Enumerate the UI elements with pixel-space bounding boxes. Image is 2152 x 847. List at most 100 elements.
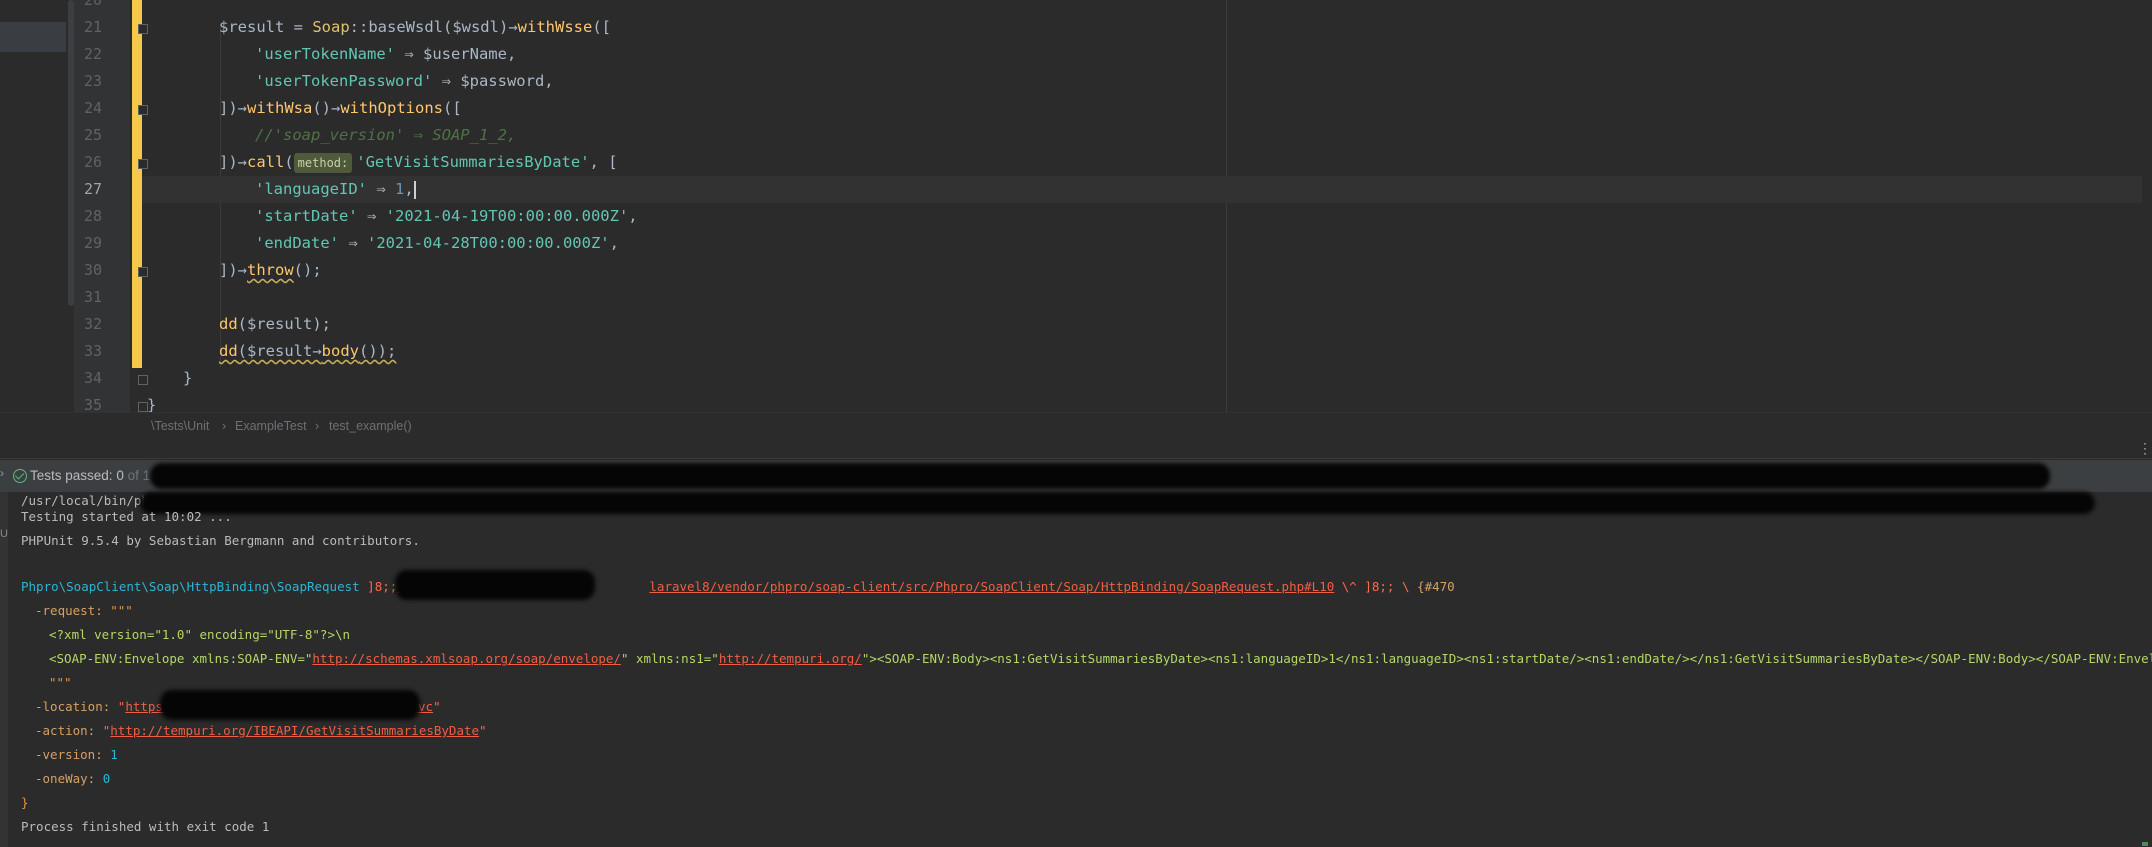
console-line: <?xml version="1.0" encoding="UTF-8"?>\n [49,624,350,646]
code-line-32[interactable]: dd($result); [219,311,331,338]
code-line-25[interactable]: //'soap_version' ⇒ SOAP_1_2, [255,122,516,149]
code-line-34[interactable]: } [183,365,192,392]
token-variable: $result [219,18,285,36]
token-method: withOptions [340,99,443,117]
dump-value: 1 [102,747,118,762]
console-dump-header: Phpro\SoapClient\Soap\HttpBinding\SoapRe… [21,576,1455,598]
token-operator: = [284,18,313,36]
token-string: '2021-04-28T00:00:00.000Z' [367,234,610,252]
dump-key: -request: [35,603,103,618]
token-punct: ([ [442,99,462,117]
console-gutter: U [0,492,8,847]
fold-toggle-icon[interactable] [138,105,148,115]
xml-text: <SOAP-ENV:Envelope xmlns:SOAP-ENV=" [49,651,313,666]
vcs-change-marker[interactable] [132,0,142,368]
token-punct: , [628,207,638,225]
token-punct: , [ [589,153,618,171]
xml-text: " xmlns:ns1=" [620,651,719,666]
options-menu-icon[interactable]: ⋮ [2138,441,2152,457]
token-method: baseWsdl [368,18,443,36]
dump-key: -oneWay: [35,771,96,786]
token-punct: ])→ [219,261,247,279]
test-status-bar: › Tests passed: 0 of 1 tes [0,460,2152,492]
dump-quote: " [433,699,441,714]
code-line-22[interactable]: 'userTokenName' ⇒ $userName, [255,41,516,68]
code-line-30[interactable]: ])→throw(); [219,257,322,284]
collapse-icon[interactable]: › [0,466,4,480]
console-gutter-marker: U [0,528,8,540]
code-line-29[interactable]: 'endDate' ⇒ '2021-04-28T00:00:00.000Z', [255,230,619,257]
line-number: 24 [83,99,102,117]
line-number: 29 [83,234,102,252]
line-number-active: 27 [83,180,102,198]
token-punct: ($result); [237,315,331,333]
status-indicator-icon [2142,842,2148,846]
url-link[interactable]: http://tempuri.org/ [719,651,862,666]
url-link[interactable]: http://schemas.xmlsoap.org/soap/envelope… [312,651,621,666]
dump-quote: " [479,723,487,738]
code-line-27[interactable]: 'languageID' ⇒ 1, [255,176,416,203]
token-operator: ⇒ [357,207,386,225]
xml-text: "><SOAP-ENV:Body><ns1:GetVisitSummariesB… [861,651,2152,666]
token-operator: ⇒ [432,72,461,90]
code-line-28[interactable]: 'startDate' ⇒ '2021-04-19T00:00:00.000Z'… [255,203,638,230]
token-punct: ()); [359,342,397,360]
breadcrumb-item[interactable]: test_example() [329,419,412,433]
dump-quote: """ [49,675,72,690]
file-link[interactable]: laravel8/vendor/phpro/soap-client/src/Ph… [649,579,1334,594]
console-line: Testing started at 10:02 ... [21,509,232,524]
token-method: withWsa [247,99,313,117]
fold-toggle-icon[interactable] [138,267,148,277]
code-line-26[interactable]: ])→call(method: 'GetVisitSummariesByDate'… [219,149,618,176]
breadcrumb-item[interactable]: ExampleTest [235,419,307,433]
token-method: throw [247,261,294,279]
current-line-highlight [142,176,2142,203]
fold-toggle-icon[interactable] [138,24,148,34]
line-number: 34 [83,369,102,387]
token-string: 'languageID' [255,180,367,198]
console-output[interactable]: U /usr/local/bin/php Testing started at … [0,492,2152,847]
breadcrumb-item[interactable]: \Tests\Unit [151,419,209,433]
dump-value: 0 [95,771,111,786]
fold-toggle-icon[interactable] [138,375,148,385]
console-line: -action: "http://tempuri.org/IBEAPI/GetV… [35,720,487,742]
code-line-24[interactable]: ])→withWsa()→withOptions([ [219,95,462,122]
code-line-21[interactable]: $result = Soap::baseWsdl($wsdl)→withWsse… [219,14,611,41]
line-number: 22 [83,45,102,63]
code-area[interactable]: $result = Soap::baseWsdl($wsdl)→withWsse… [142,0,2150,414]
test-summary-label: Tests passed: [30,468,113,483]
fold-toggle-icon[interactable] [138,159,148,169]
code-editor[interactable]: 20 21 22 23 24 25 26 27 28 29 30 31 32 3… [0,0,2152,414]
token-comment: //'soap_version' ⇒ SOAP_1_2, [255,126,517,144]
token-punct: (); [293,261,322,279]
url-link[interactable]: http://tempuri.org/IBEAPI/GetVisitSummar… [110,723,479,738]
token-variable: $password, [460,72,554,90]
console-line: PHPUnit 9.5.4 by Sebastian Bergmann and … [21,533,420,548]
code-line-23[interactable]: 'userTokenPassword' ⇒ $password, [255,68,554,95]
redacted-area [140,492,2095,514]
token-operator: ⇒ [339,234,367,252]
code-line-33[interactable]: dd($result→body()); [219,338,396,365]
token-variable: $userName, [422,45,517,63]
console-line: } [21,792,29,814]
line-number: 25 [83,126,102,144]
token-args: ($wsdl) [442,18,509,36]
token-punct: , [609,234,619,252]
line-number: 33 [83,342,102,360]
console-line: <SOAP-ENV:Envelope xmlns:SOAP-ENV="http:… [49,648,2152,670]
token-punct: ($result→ [237,342,322,360]
console-line: -oneWay: 0 [35,768,110,790]
dump-key: -location: [35,699,111,714]
text-caret [413,180,416,199]
redacted-area [395,570,595,600]
dump-key: -action: [35,723,96,738]
console-line: Process finished with exit code 1 [21,819,270,834]
token-number: 1 [394,180,405,198]
token-operator: → [508,18,518,36]
parameter-hint: method: [293,153,353,173]
token-punct: ])→ [219,99,247,117]
token-punct: ([ [592,18,611,36]
token-operator: ⇒ [366,180,395,198]
token-punct: ()→ [312,99,341,117]
console-line: """ [49,672,72,694]
